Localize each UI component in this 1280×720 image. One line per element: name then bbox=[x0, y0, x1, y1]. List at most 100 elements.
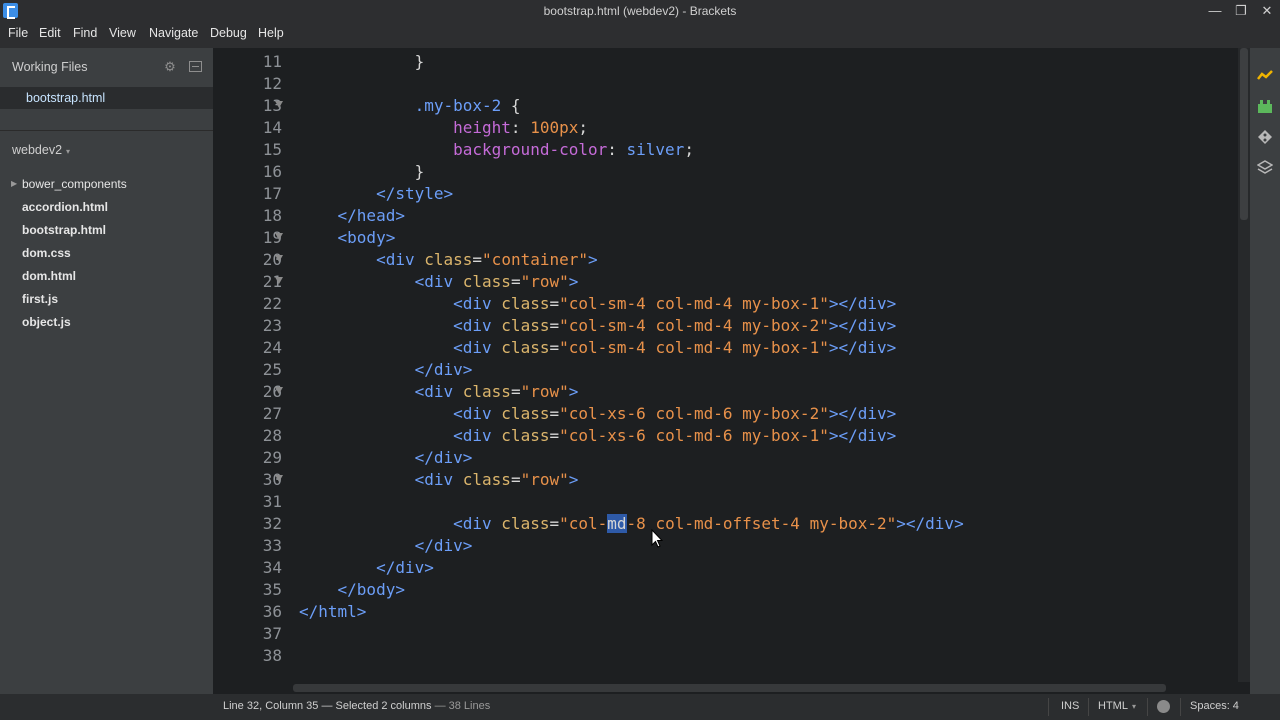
restore-button[interactable]: ❐ bbox=[1229, 2, 1253, 20]
code-line[interactable]: 37 bbox=[213, 622, 1238, 644]
layers-icon[interactable] bbox=[1257, 160, 1273, 176]
fold-arrow-icon[interactable] bbox=[275, 233, 283, 240]
code-line[interactable]: 27 <div class="col-xs-6 col-md-6 my-box-… bbox=[213, 402, 1238, 424]
close-button[interactable]: ✕ bbox=[1255, 2, 1279, 20]
code-token: "col-sm-4 col-md-4 my-box-1" bbox=[559, 338, 829, 357]
indent-setting[interactable]: Spaces: 4 bbox=[1190, 700, 1239, 712]
code-text: .my-box-2 { bbox=[299, 96, 521, 115]
code-token: ; bbox=[578, 118, 588, 137]
menu-view[interactable]: View bbox=[109, 26, 136, 40]
code-line[interactable]: 12 bbox=[213, 72, 1238, 94]
gear-icon[interactable]: ⚙ bbox=[163, 60, 177, 74]
line-number: 23 bbox=[262, 316, 282, 335]
live-preview-icon[interactable] bbox=[1257, 68, 1273, 84]
code-token: ></div> bbox=[828, 426, 897, 445]
code-token: class bbox=[462, 382, 511, 401]
code-line[interactable]: 32 <div class="col-md-8 col-md-offset-4 … bbox=[213, 512, 1238, 534]
fold-arrow-icon[interactable] bbox=[275, 101, 283, 108]
code-line[interactable]: 14 height: 100px; bbox=[213, 116, 1238, 138]
tree-file[interactable]: dom.css bbox=[22, 246, 71, 260]
project-dropdown[interactable]: webdev2 ▾ bbox=[12, 143, 70, 157]
menu-file[interactable]: File bbox=[8, 26, 28, 40]
code-line[interactable]: 30 <div class="row"> bbox=[213, 468, 1238, 490]
code-line[interactable]: 13 .my-box-2 { bbox=[213, 94, 1238, 116]
code-line[interactable]: 31 bbox=[213, 490, 1238, 512]
code-line[interactable]: 19 <body> bbox=[213, 226, 1238, 248]
line-number: 12 bbox=[262, 74, 282, 93]
status-cursor-info: Line 32, Column 35 — Selected 2 columns … bbox=[223, 700, 490, 712]
code-line[interactable]: 11 } bbox=[213, 50, 1238, 72]
code-token: </body> bbox=[337, 580, 405, 599]
status-divider bbox=[1088, 698, 1089, 716]
code-token: <div bbox=[376, 250, 425, 269]
tree-file[interactable]: object.js bbox=[22, 315, 71, 329]
code-line[interactable]: 35 </body> bbox=[213, 578, 1238, 600]
tree-file[interactable]: first.js bbox=[22, 292, 58, 306]
code-token: } bbox=[299, 162, 425, 181]
code-token: "col-xs-6 col-md-6 my-box-1" bbox=[559, 426, 829, 445]
title-bar: bootstrap.html (webdev2) - Brackets — ❐ … bbox=[0, 0, 1280, 22]
code-line[interactable]: 29 </div> bbox=[213, 446, 1238, 468]
code-token: ; bbox=[684, 140, 694, 159]
code-token: ></div> bbox=[828, 338, 897, 357]
code-line[interactable]: 16 } bbox=[213, 160, 1238, 182]
menu-navigate[interactable]: Navigate bbox=[149, 26, 198, 40]
tree-file[interactable]: dom.html bbox=[22, 269, 76, 283]
code-token: </head> bbox=[337, 206, 405, 225]
code-line[interactable]: 25 </div> bbox=[213, 358, 1238, 380]
code-line[interactable]: 24 <div class="col-sm-4 col-md-4 my-box-… bbox=[213, 336, 1238, 358]
line-number: 13 bbox=[262, 96, 282, 115]
tree-file[interactable]: accordion.html bbox=[22, 200, 108, 214]
horizontal-scroll-thumb[interactable] bbox=[293, 684, 1166, 692]
code-line[interactable]: 36 </html> bbox=[213, 600, 1238, 622]
fold-arrow-icon[interactable] bbox=[275, 475, 283, 482]
git-icon[interactable] bbox=[1257, 129, 1273, 145]
code-line[interactable]: 28 <div class="col-xs-6 col-md-6 my-box-… bbox=[213, 424, 1238, 446]
line-number: 17 bbox=[262, 184, 282, 203]
code-line[interactable]: 23 <div class="col-sm-4 col-md-4 my-box-… bbox=[213, 314, 1238, 336]
tree-file[interactable]: bootstrap.html bbox=[22, 223, 106, 237]
code-text: <div class="row"> bbox=[299, 382, 579, 401]
working-file-item[interactable]: bootstrap.html bbox=[0, 87, 213, 109]
code-token: > bbox=[568, 470, 579, 489]
horizontal-scrollbar[interactable] bbox=[213, 682, 1250, 694]
code-token: : bbox=[607, 140, 627, 159]
code-text: <div class="col-sm-4 col-md-4 my-box-2">… bbox=[299, 316, 896, 335]
menu-edit[interactable]: Edit bbox=[39, 26, 61, 40]
code-line[interactable]: 38 bbox=[213, 644, 1238, 666]
vertical-scroll-thumb[interactable] bbox=[1240, 48, 1248, 220]
code-line[interactable]: 22 <div class="col-sm-4 col-md-4 my-box-… bbox=[213, 292, 1238, 314]
code-line[interactable]: 17 </style> bbox=[213, 182, 1238, 204]
code-token: = bbox=[510, 382, 521, 401]
language-selector[interactable]: HTML ▾ bbox=[1098, 700, 1136, 712]
extension-manager-icon[interactable] bbox=[1257, 98, 1273, 114]
line-number: 25 bbox=[262, 360, 282, 379]
linter-status-icon[interactable] bbox=[1157, 700, 1170, 713]
code-line[interactable]: 18 </head> bbox=[213, 204, 1238, 226]
line-number: 35 bbox=[262, 580, 282, 599]
line-number: 38 bbox=[262, 646, 282, 665]
menu-debug[interactable]: Debug bbox=[210, 26, 247, 40]
fold-arrow-icon[interactable] bbox=[275, 255, 283, 262]
minimize-button[interactable]: — bbox=[1203, 2, 1227, 20]
code-line[interactable]: 33 </div> bbox=[213, 534, 1238, 556]
code-line[interactable]: 34 </div> bbox=[213, 556, 1238, 578]
fold-arrow-icon[interactable] bbox=[275, 387, 283, 394]
code-editor[interactable]: 11 } 12 13 .my-box-2 {14 height: 100px; 15 … bbox=[213, 48, 1238, 682]
vertical-scrollbar[interactable] bbox=[1238, 48, 1250, 682]
status-divider bbox=[1048, 698, 1049, 716]
code-line[interactable]: 26 <div class="row"> bbox=[213, 380, 1238, 402]
menu-help[interactable]: Help bbox=[258, 26, 284, 40]
code-line[interactable]: 15 background-color: silver; bbox=[213, 138, 1238, 160]
menu-find[interactable]: Find bbox=[73, 26, 97, 40]
code-line[interactable]: 21 <div class="row"> bbox=[213, 270, 1238, 292]
status-insert-mode[interactable]: INS bbox=[1061, 700, 1079, 712]
folder-collapsed-icon[interactable]: ▶ bbox=[11, 179, 17, 188]
code-line[interactable]: 20 <div class="container"> bbox=[213, 248, 1238, 270]
tree-folder[interactable]: bower_components bbox=[22, 177, 127, 191]
fold-arrow-icon[interactable] bbox=[275, 277, 283, 284]
split-view-icon[interactable] bbox=[189, 61, 202, 72]
